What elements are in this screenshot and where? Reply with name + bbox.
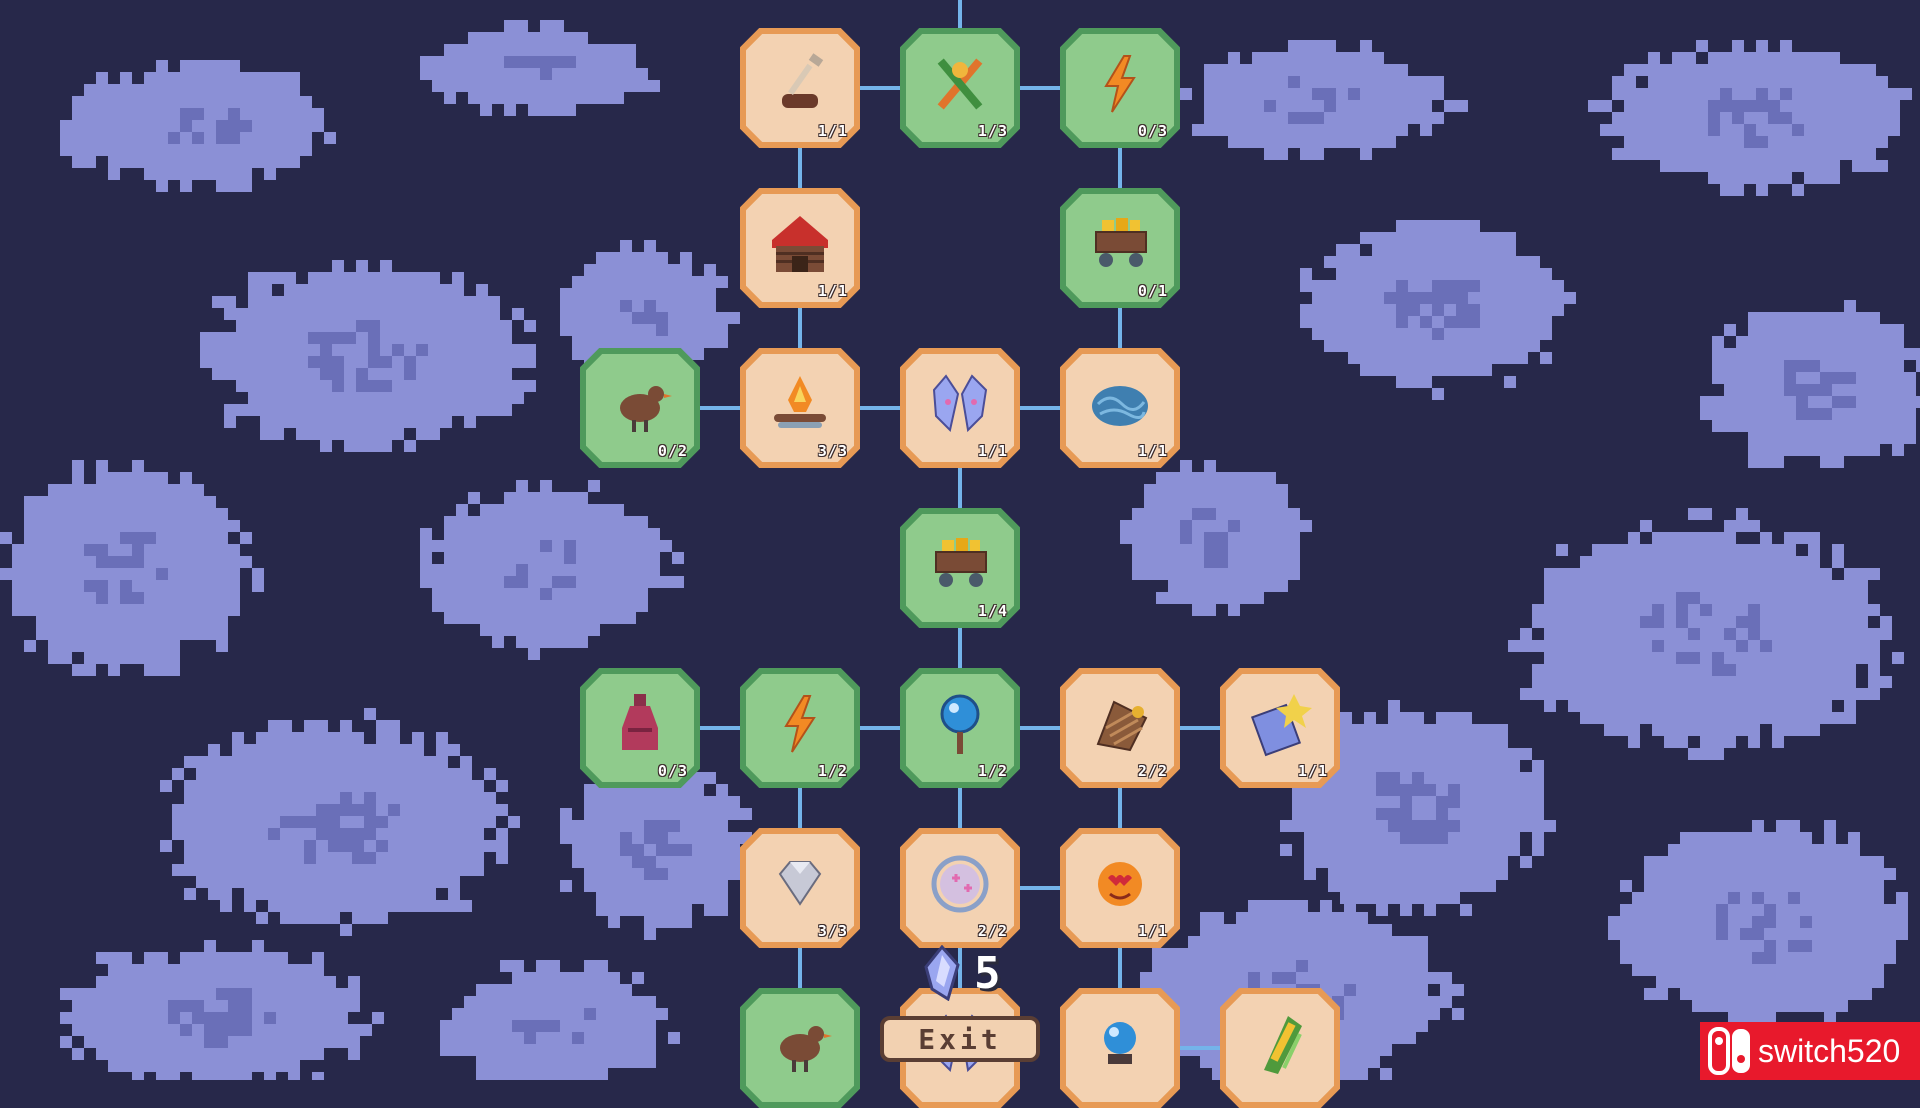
skill-node-blue-orb[interactable] — [1060, 988, 1180, 1108]
skill-node-count: 1/1 — [1137, 922, 1168, 940]
skill-node-count: 3/3 — [817, 442, 848, 460]
lightning-icon — [784, 695, 816, 753]
map-scroll-icon — [1250, 694, 1312, 757]
skill-node-heart-face[interactable]: 1/1 — [1060, 828, 1180, 948]
skill-node-gold-cart-top[interactable]: 0/1 — [1060, 188, 1180, 308]
watermark: switch520 — [1700, 1022, 1920, 1080]
corn-icon — [1264, 1016, 1302, 1074]
skill-node-chicken-bottom[interactable] — [740, 988, 860, 1108]
potion-bottle-icon — [622, 694, 658, 750]
skill-node-campfire[interactable]: 3/3 — [740, 348, 860, 468]
magic-ring-icon — [931, 855, 989, 913]
skill-node-count: 1/2 — [977, 762, 1008, 780]
storehouse-icon — [772, 216, 828, 272]
skill-node-count: 1/2 — [817, 762, 848, 780]
skill-node-count: 0/3 — [1137, 122, 1168, 140]
skill-node-gold-cart-mid[interactable]: 1/4 — [900, 508, 1020, 628]
switch-logo-icon — [1708, 1027, 1750, 1075]
skill-node-diamond[interactable]: 3/3 — [740, 828, 860, 948]
heart-face-icon — [1098, 862, 1142, 906]
skill-node-glove[interactable]: 2/2 — [1060, 668, 1180, 788]
skill-node-count: 2/2 — [1137, 762, 1168, 780]
skill-node-count: 1/1 — [1297, 762, 1328, 780]
skill-tree: 1/1 1/3 0/3 1/1 0/1 0/2 3/3 1/1 1/1 1/4 0/3 1/2 1/2 2… — [0, 0, 1920, 1108]
skill-node-crossed-tools[interactable]: 1/3 — [900, 28, 1020, 148]
skill-node-count: 0/3 — [657, 762, 688, 780]
skill-node-brain[interactable]: 1/1 — [1060, 348, 1180, 468]
skill-node-count: 1/1 — [1137, 442, 1168, 460]
skill-node-count: 1/4 — [977, 602, 1008, 620]
skill-node-count: 1/1 — [817, 282, 848, 300]
skill-node-magic-ring[interactable]: 2/2 — [900, 828, 1020, 948]
skill-node-chicken-top[interactable]: 0/2 — [580, 348, 700, 468]
exit-button[interactable]: Exit — [880, 1016, 1040, 1062]
chicken-icon — [780, 1026, 832, 1072]
skill-points-value: 5 — [974, 947, 1001, 999]
skill-node-lightning-mid[interactable]: 1/2 — [740, 668, 860, 788]
skill-node-count: 1/3 — [977, 122, 1008, 140]
crossed-tools-icon — [937, 58, 983, 110]
skill-node-count: 1/1 — [817, 122, 848, 140]
chicken-icon — [620, 386, 672, 432]
skill-node-storehouse[interactable]: 1/1 — [740, 188, 860, 308]
skill-node-potion[interactable]: 0/3 — [580, 668, 700, 788]
skill-node-crystal-shards[interactable]: 1/1 — [900, 348, 1020, 468]
skill-node-count: 1/1 — [977, 442, 1008, 460]
magic-mirror-icon — [940, 694, 980, 754]
lightning-icon — [1104, 55, 1136, 113]
skill-node-count: 0/1 — [1137, 282, 1168, 300]
watermark-text: switch520 — [1758, 1032, 1901, 1069]
campfire-icon — [774, 376, 826, 428]
skill-node-corn[interactable] — [1220, 988, 1340, 1108]
skill-node-count: 2/2 — [977, 922, 1008, 940]
skill-node-lightning-top[interactable]: 0/3 — [1060, 28, 1180, 148]
crystal-shards-icon — [932, 374, 988, 433]
glove-icon — [1096, 700, 1148, 752]
diamond-icon — [778, 861, 822, 906]
skill-node-shovel[interactable]: 1/1 — [740, 28, 860, 148]
skill-node-map-scroll[interactable]: 1/1 — [1220, 668, 1340, 788]
skill-node-magic-mirror[interactable]: 1/2 — [900, 668, 1020, 788]
skill-points-display: 5 — [918, 945, 1001, 1001]
skill-node-count: 3/3 — [817, 922, 848, 940]
blue-orb-icon — [1104, 1022, 1136, 1064]
crystal-shard-icon — [924, 945, 960, 1001]
gold-cart-icon — [1095, 218, 1147, 267]
brain-icon — [1092, 386, 1148, 426]
gold-cart-icon — [935, 538, 987, 587]
skill-node-count: 0/2 — [657, 442, 688, 460]
shovel-icon — [782, 53, 824, 108]
